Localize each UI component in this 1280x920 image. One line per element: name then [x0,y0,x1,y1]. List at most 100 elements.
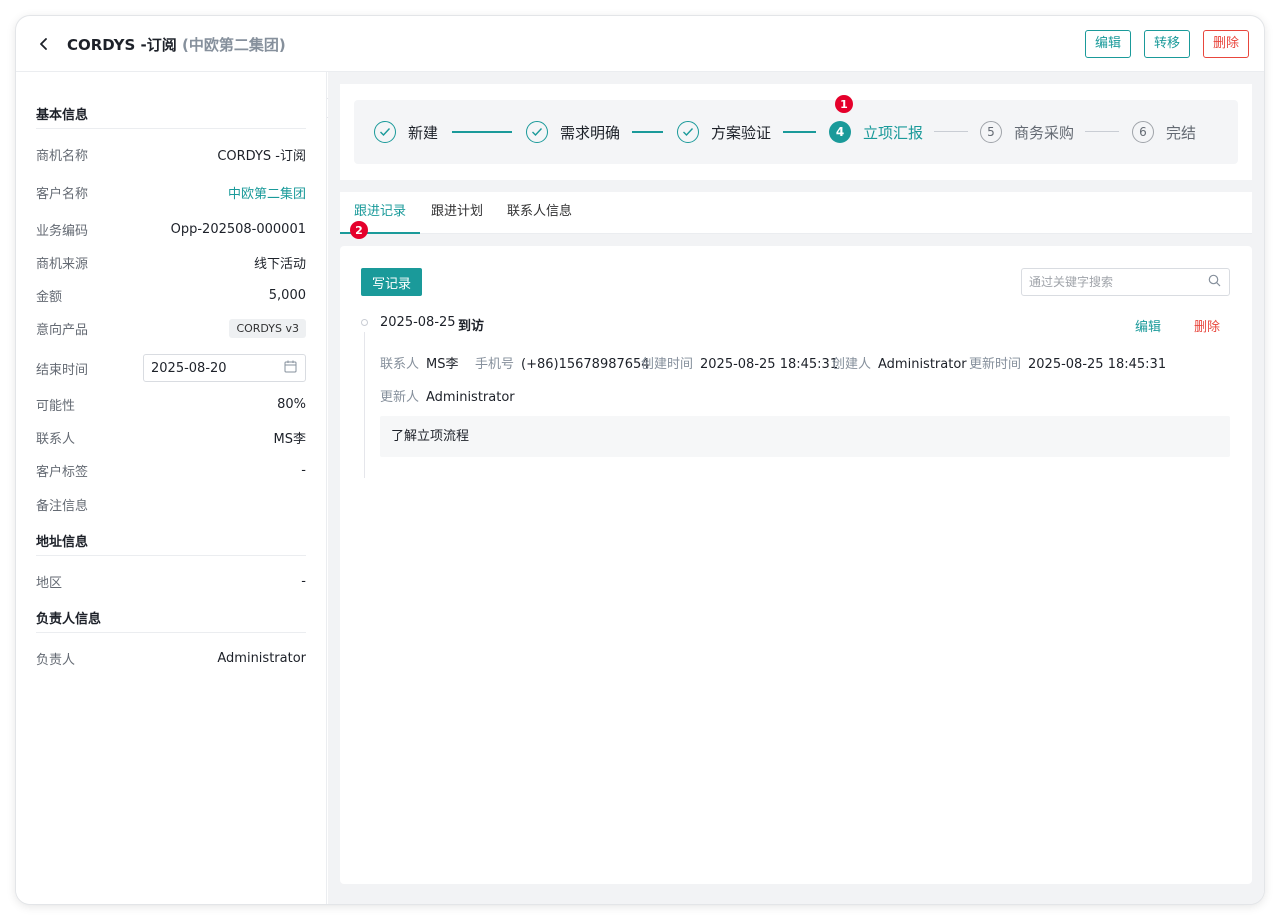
info-key: 负责人 [36,652,76,668]
step-solution[interactable]: 方案验证 [677,120,771,144]
step-new[interactable]: 新建 [374,120,438,144]
search-icon[interactable] [1208,274,1221,291]
record-creator: 创建人 Administrator [832,353,967,372]
write-record-button[interactable]: 写记录 [361,268,422,296]
step-project-report[interactable]: 4 立项汇报 [829,120,923,144]
step-complete[interactable]: 6 完结 [1132,120,1196,144]
info-row-end-date: 结束时间 2025-08-20 [36,352,306,384]
info-row-code: 业务编码 Opp-202508-000001 [36,219,306,239]
search-input[interactable] [1029,275,1208,289]
info-value: 80% [277,396,306,412]
timeline-line [364,332,365,478]
info-row-remark: 备注信息 [36,494,306,514]
info-value: - [301,573,306,589]
info-row-owner: 负责人 Administrator [36,648,306,668]
record-updater: 更新人 Administrator [380,386,515,405]
title-text: CORDYS -订阅 [67,36,177,54]
info-row-probability: 可能性 80% [36,394,306,414]
step-label: 完结 [1166,123,1197,142]
customer-link[interactable]: 中欧第二集团 [228,183,306,202]
transfer-button[interactable]: 转移 [1144,30,1191,58]
meta-value: Administrator [878,357,967,372]
app-window: CORDYS -订阅 (中欧第二集团) 编辑 转移 删除 基本信息 商机名称 C… [16,16,1264,904]
info-value: Opp-202508-000001 [170,221,306,237]
check-circle-icon [526,121,548,143]
meta-value: 2025-08-25 18:45:31 [1028,357,1167,372]
info-value: Administrator [217,650,306,666]
annotation-badge: 1 [835,95,853,113]
info-value: MS李 [273,431,306,447]
annotation-badge: 2 [350,221,368,239]
product-tag: CORDYS v3 [229,318,306,338]
title-customer: (中欧第二集团) [182,36,286,54]
section-divider [36,632,306,633]
info-key: 客户标签 [36,464,89,480]
info-key: 意向产品 [36,322,89,338]
record-created-time: 创建时间 2025-08-25 18:45:31 [641,353,838,372]
info-key: 备注信息 [36,498,89,514]
info-row-region: 地区 - [36,571,306,591]
page-title: CORDYS -订阅 (中欧第二集团) [67,34,286,55]
detail-sidebar: 基本信息 商机名称 CORDYS -订阅 客户名称 中欧第二集团 业务编码 Op… [16,72,327,904]
record-tabs: 跟进记录 跟进计划 联系人信息 [340,192,1252,234]
step-label: 需求明确 [560,123,621,142]
info-key: 客户名称 [36,186,89,202]
step-connector [783,131,816,133]
record-delete-link[interactable]: 删除 [1194,316,1220,335]
meta-key: 创建人 [832,357,872,372]
info-row-opportunity: 商机名称 CORDYS -订阅 [36,144,306,164]
end-date-picker[interactable]: 2025-08-20 [143,354,306,382]
main-panel: 新建 需求明确 方案验证 4 立项汇报 5 商务采购 6 完结 1 跟进记录 跟… [328,72,1264,904]
page-header: CORDYS -订阅 (中欧第二集团) 编辑 转移 删除 [16,16,1264,72]
meta-key: 更新时间 [969,357,1022,372]
info-key: 联系人 [36,431,76,447]
tab-follow-plans[interactable]: 跟进计划 [417,192,497,234]
step-connector [632,131,663,133]
meta-value: MS李 [426,357,459,372]
step-label: 立项汇报 [863,123,924,142]
info-row-amount: 金额 5,000 [36,285,306,305]
step-number: 5 [980,121,1002,143]
info-value: 5,000 [268,287,306,303]
record-type: 到访 [458,319,485,334]
meta-key: 手机号 [475,357,515,372]
section-divider [36,555,306,556]
record-phone: 手机号 (+86)15678987654 [475,353,650,372]
owner-info-title: 负责人信息 [36,612,102,627]
info-row-contact: 联系人 MS李 [36,427,306,447]
meta-value: 2025-08-25 18:45:31 [700,357,839,372]
info-key: 可能性 [36,398,76,414]
step-connector [1085,131,1119,132]
info-key: 金额 [36,289,63,305]
back-arrow-icon[interactable] [34,32,54,56]
edit-button[interactable]: 编辑 [1085,30,1132,58]
record-updated-time: 更新时间 2025-08-25 18:45:31 [969,353,1166,372]
stage-steps-card: 新建 需求明确 方案验证 4 立项汇报 5 商务采购 6 完结 [340,84,1252,180]
info-row-source: 商机来源 线下活动 [36,252,306,272]
step-procurement[interactable]: 5 商务采购 [980,120,1074,144]
info-value: - [301,462,306,478]
basic-info-title: 基本信息 [36,108,89,123]
step-label: 方案验证 [711,123,772,142]
info-row-customer: 客户名称 中欧第二集团 [36,182,306,202]
info-key: 地区 [36,575,63,591]
step-number: 6 [1132,121,1154,143]
info-key: 商机来源 [36,256,89,272]
search-box [1021,268,1230,296]
info-key: 结束时间 [36,362,89,378]
step-connector [452,131,512,133]
record-content: 了解立项流程 [380,416,1230,457]
delete-button[interactable]: 删除 [1203,30,1250,58]
calendar-icon [284,360,297,377]
step-requirement[interactable]: 需求明确 [526,120,620,144]
record-contact: 联系人 MS李 [380,353,458,372]
section-divider [36,128,306,129]
stage-steps: 新建 需求明确 方案验证 4 立项汇报 5 商务采购 6 完结 [354,100,1238,164]
info-row-tags: 客户标签 - [36,460,306,480]
meta-key: 创建时间 [641,357,694,372]
info-key: 商机名称 [36,148,89,164]
meta-key: 联系人 [380,357,420,372]
info-value: CORDYS -订阅 [217,148,306,164]
tab-contacts[interactable]: 联系人信息 [493,192,586,234]
record-edit-link[interactable]: 编辑 [1135,316,1161,335]
